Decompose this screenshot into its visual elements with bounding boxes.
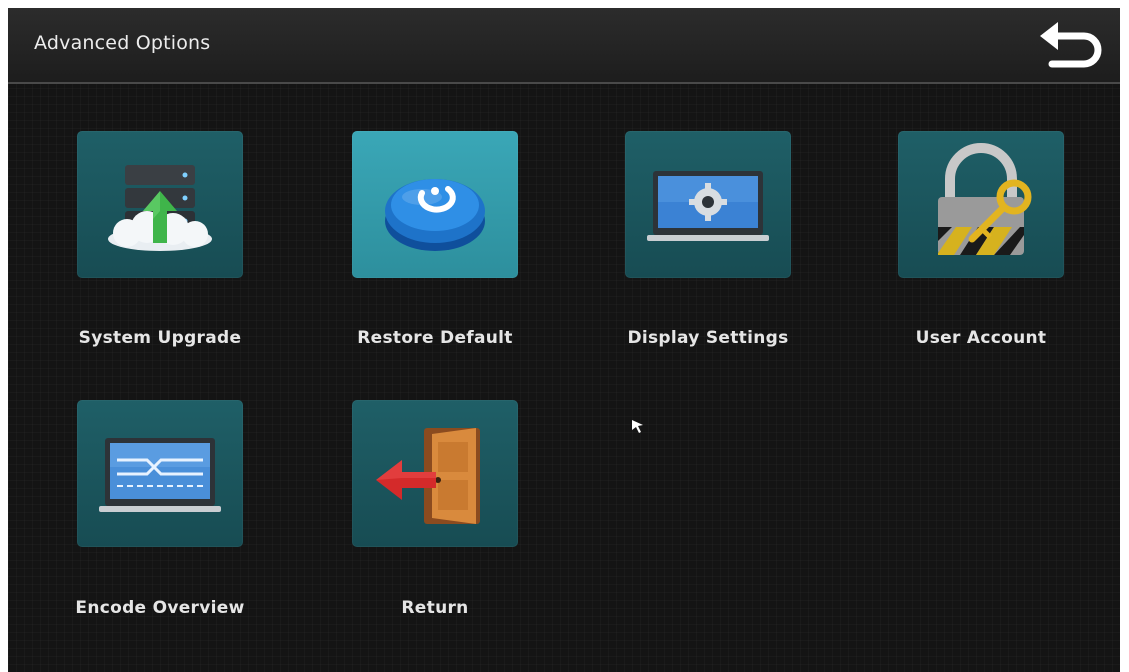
page-title: Advanced Options	[34, 32, 211, 54]
restore-default-label: Restore Default	[357, 328, 513, 348]
title-bar: Advanced Options	[8, 8, 1120, 84]
user-account-label: User Account	[915, 328, 1047, 348]
back-button[interactable]	[1032, 14, 1112, 74]
advanced-options-screen: Advanced Options System Upgrade Restore …	[8, 8, 1120, 672]
encode-overview-tile[interactable]	[77, 400, 243, 547]
encode-overview-label: Encode Overview	[75, 598, 245, 618]
lock-key-icon	[938, 143, 1032, 255]
mouse-pointer-icon	[632, 420, 643, 433]
exit-door-icon	[376, 428, 480, 524]
return-tile[interactable]	[352, 400, 518, 547]
restore-default-tile[interactable]	[352, 131, 518, 278]
server-upload-icon	[108, 165, 212, 251]
system-upgrade-label: System Upgrade	[78, 328, 242, 348]
monitor-settings-icon	[647, 171, 769, 241]
restore-button-icon	[385, 179, 485, 251]
return-arrow-icon	[1040, 22, 1102, 68]
return-label: Return	[401, 598, 469, 618]
system-upgrade-tile[interactable]	[77, 131, 243, 278]
encode-panel-icon	[99, 438, 221, 512]
display-settings-tile[interactable]	[625, 131, 791, 278]
user-account-tile[interactable]	[898, 131, 1064, 278]
display-settings-label: Display Settings	[627, 328, 789, 348]
